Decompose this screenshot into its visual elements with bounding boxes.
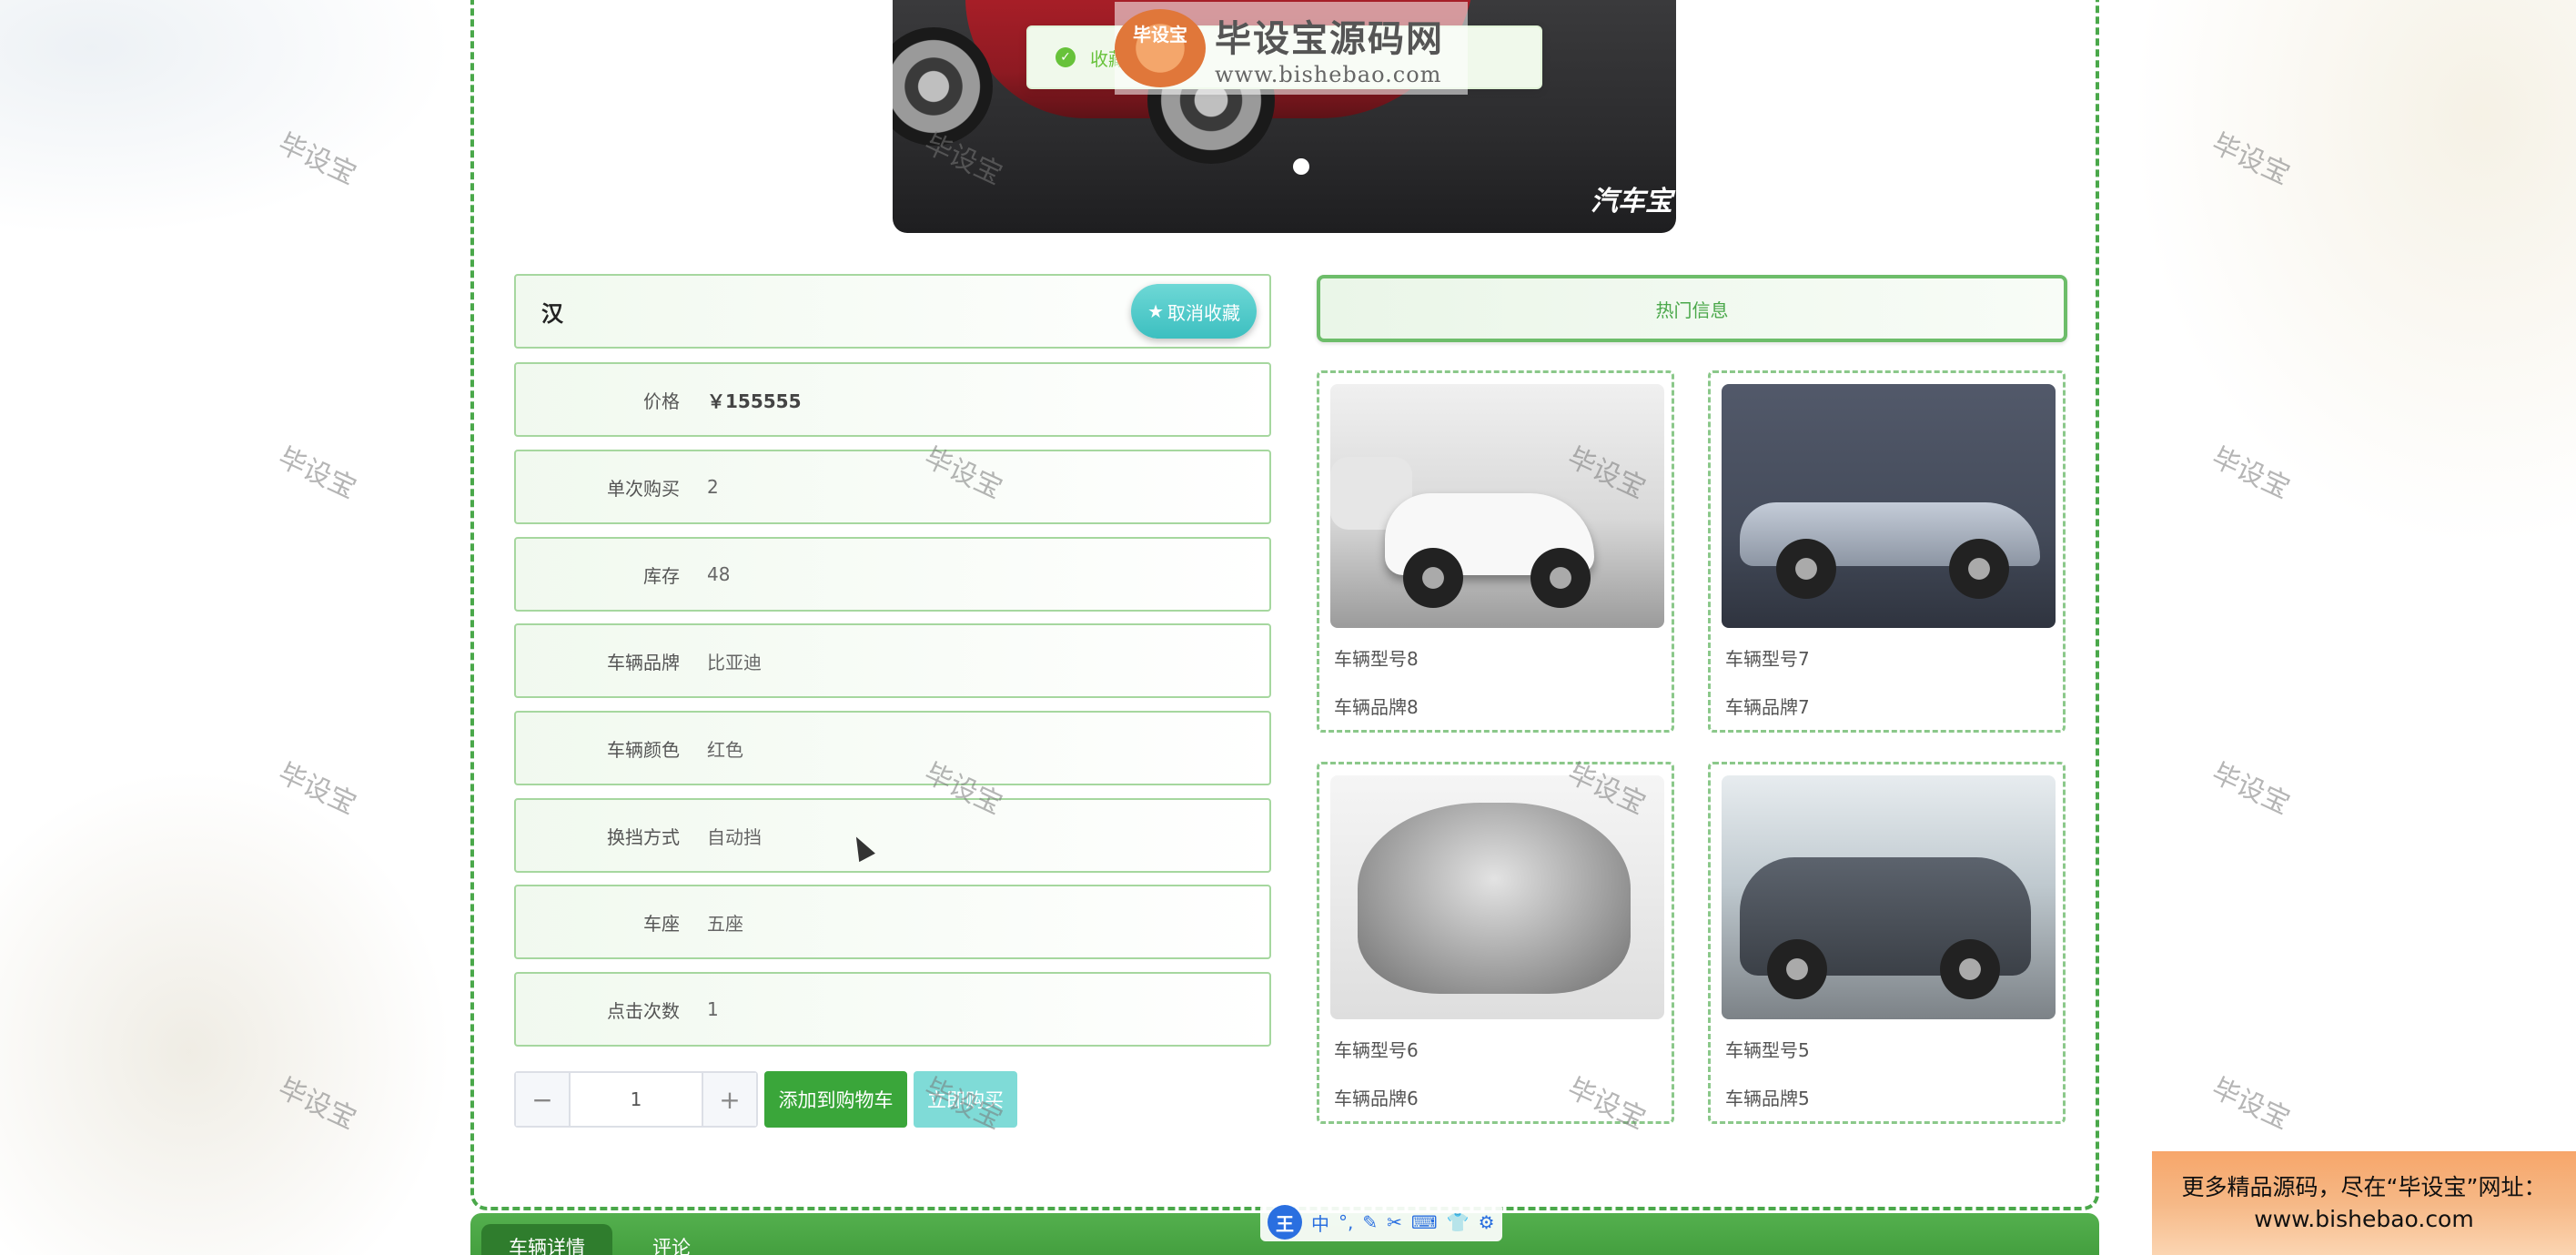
detail-value: 48 <box>707 563 731 585</box>
detail-row-clicks: 点击次数 1 <box>514 972 1271 1047</box>
scissors-icon[interactable]: ✂ <box>1387 1211 1402 1233</box>
detail-row-seats: 车座 五座 <box>514 885 1271 959</box>
tab-vehicle-details[interactable]: 车辆详情 <box>481 1224 612 1255</box>
watermark: 毕设宝 <box>273 441 361 506</box>
detail-label: 车辆品牌 <box>607 651 680 673</box>
tab-comments[interactable]: 评论 <box>625 1224 718 1255</box>
wheel-shape <box>1776 539 1836 599</box>
watermark: 毕设宝 <box>2207 757 2295 822</box>
hot-item-model: 车辆型号5 <box>1725 1039 1810 1061</box>
hot-item-card[interactable]: 车辆型号7 车辆品牌7 <box>1708 370 2066 733</box>
detail-label: 车座 <box>643 912 680 935</box>
keyboard-icon[interactable]: ⌨ <box>1411 1211 1438 1233</box>
banner-brand-text: 汽车宝 <box>1591 186 1672 218</box>
detail-value: 自动挡 <box>707 825 762 848</box>
hot-item-model: 车辆型号6 <box>1334 1039 1419 1061</box>
hot-item-card[interactable]: 车辆型号8 车辆品牌8 <box>1317 370 1674 733</box>
watermark: 毕设宝 <box>273 1072 361 1137</box>
site-logo-watermark: 毕设宝 毕设宝源码网 www.bishebao.com <box>1115 2 1468 95</box>
add-to-cart-button[interactable]: 添加到购物车 <box>764 1071 907 1128</box>
hot-item-model: 车辆型号7 <box>1725 648 1810 670</box>
carousel-indicator-dot[interactable] <box>1293 158 1309 175</box>
punctuation-icon[interactable]: °, <box>1339 1211 1353 1233</box>
check-circle-icon: ✓ <box>1056 47 1076 67</box>
product-title-row: 汉 ★ 取消收藏 <box>514 274 1271 349</box>
detail-value: 比亚迪 <box>707 651 762 673</box>
corner-advertisement[interactable]: 更多精品源码，尽在“毕设宝”网址： www.bishebao.com <box>2152 1151 2576 1255</box>
watermark: 毕设宝 <box>2207 127 2295 192</box>
detail-value: 五座 <box>707 912 743 935</box>
hot-item-card[interactable]: 车辆型号5 车辆品牌5 <box>1708 762 2066 1124</box>
ad-line-1: 更多精品源码，尽在“毕设宝”网址： <box>2181 1174 2547 1200</box>
site-logo-name: 毕设宝源码网 <box>1215 18 1444 60</box>
detail-label: 换挡方式 <box>607 825 680 848</box>
detail-row-brand: 车辆品牌 比亚迪 <box>514 623 1271 698</box>
quantity-stepper[interactable]: − 1 + <box>514 1071 758 1128</box>
ime-logo-icon[interactable]: 王 <box>1268 1205 1302 1240</box>
increase-button[interactable]: + <box>702 1073 756 1126</box>
detail-row-transmission: 换挡方式 自动挡 <box>514 798 1271 873</box>
background-decoration <box>0 0 455 237</box>
watermark: 毕设宝 <box>273 127 361 192</box>
car-thumbnail[interactable] <box>1722 384 2056 628</box>
car-thumbnail[interactable] <box>1330 384 1664 628</box>
watermark: 毕设宝 <box>2207 1072 2295 1137</box>
wheel-shape <box>1940 939 2000 999</box>
watermark: 毕设宝 <box>2207 441 2295 506</box>
site-logo-badge: 毕设宝 <box>1115 9 1206 87</box>
wheel-shape <box>1403 548 1463 608</box>
wheel-shape <box>1530 548 1591 608</box>
unfavorite-label: 取消收藏 <box>1167 303 1240 324</box>
detail-label: 价格 <box>643 390 680 412</box>
gear-icon[interactable]: ⚙ <box>1479 1211 1495 1233</box>
detail-row-single-purchase: 单次购买 2 <box>514 450 1271 524</box>
quantity-input[interactable]: 1 <box>571 1073 702 1126</box>
detail-label: 单次购买 <box>607 477 680 500</box>
site-logo-url: www.bishebao.com <box>1215 62 1442 87</box>
skin-shirt-icon[interactable]: 👕 <box>1447 1211 1470 1233</box>
hot-info-header: 热门信息 <box>1317 275 2067 342</box>
hot-item-card[interactable]: 车辆型号6 车辆品牌6 <box>1317 762 1674 1124</box>
pen-icon[interactable]: ✎ <box>1362 1211 1378 1233</box>
car-shape <box>1358 803 1631 994</box>
wheel-shape <box>1949 539 2009 599</box>
detail-value: 红色 <box>707 738 743 761</box>
product-name: 汉 <box>541 300 563 327</box>
hot-item-model: 车辆型号8 <box>1334 648 1419 670</box>
ad-line-2: www.bishebao.com <box>2254 1206 2474 1232</box>
background-flower-decoration <box>0 746 473 1255</box>
hot-item-brand: 车辆品牌5 <box>1725 1088 1810 1109</box>
detail-label: 点击次数 <box>607 999 680 1022</box>
detail-row-price: 价格 ￥155555 <box>514 362 1271 437</box>
ime-toolbar[interactable]: 王 中 °, ✎ ✂ ⌨ 👕 ⚙ <box>1260 1203 1502 1241</box>
detail-value: 2 <box>707 476 719 498</box>
unfavorite-button[interactable]: ★ 取消收藏 <box>1131 284 1257 339</box>
detail-value: 1 <box>707 998 719 1020</box>
star-icon: ★ <box>1147 301 1164 322</box>
watermark: 毕设宝 <box>273 757 361 822</box>
decrease-button[interactable]: − <box>516 1073 571 1126</box>
detail-label: 库存 <box>643 564 680 587</box>
ime-mode-toggle[interactable]: 中 <box>1311 1209 1329 1236</box>
car-thumbnail[interactable] <box>1330 775 1664 1019</box>
hot-item-brand: 车辆品牌7 <box>1725 696 1810 718</box>
detail-row-color: 车辆颜色 红色 <box>514 711 1271 785</box>
detail-value: ￥155555 <box>707 390 802 412</box>
hot-item-brand: 车辆品牌8 <box>1334 696 1419 718</box>
detail-row-stock: 库存 48 <box>514 537 1271 612</box>
background-flower-decoration <box>2103 0 2576 582</box>
detail-label: 车辆颜色 <box>607 738 680 761</box>
wheel-shape <box>1767 939 1827 999</box>
car-thumbnail[interactable] <box>1722 775 2056 1019</box>
